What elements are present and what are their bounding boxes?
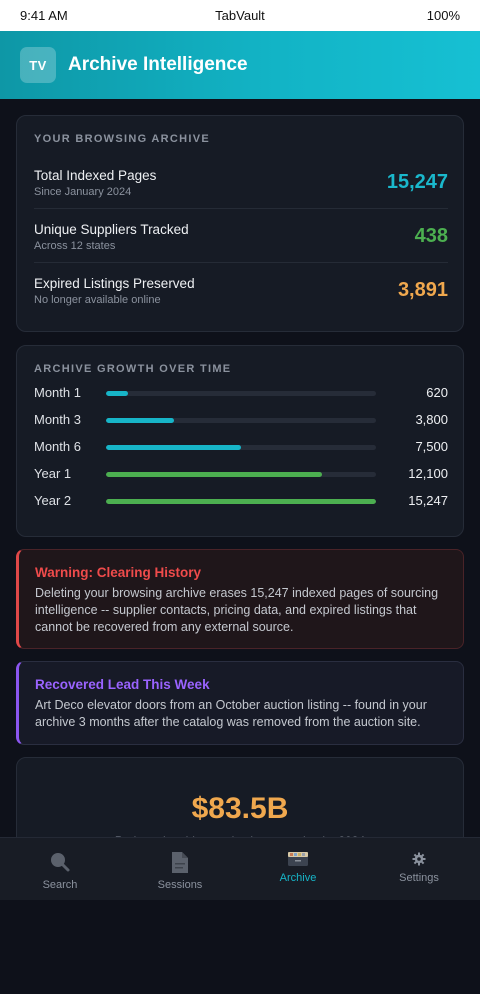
stat-value: 15,247 [386,171,448,193]
document-icon [120,851,240,874]
growth-value: 7,500 [415,439,448,454]
app-header: TV Archive Intelligence [0,31,480,99]
tab-label: Sessions [157,879,203,891]
growth-label: Month 1 [34,385,81,400]
tab-settings[interactable]: Settings [359,838,479,901]
clearing-history-warning: Warning: Clearing History Deleting your … [16,549,464,649]
archive-box-icon [238,850,358,868]
status-app-name: TabVault [215,8,265,23]
app-logo: TV [20,47,56,83]
growth-label: Year 1 [34,466,72,481]
search-icon [0,851,120,873]
archive-stats-card: YOUR BROWSING ARCHIVE Total Indexed Page… [16,115,464,332]
gear-icon [359,852,479,866]
growth-label: Year 2 [34,493,72,508]
growth-row-year-1: Year 1 12,100 [34,466,448,486]
growth-value: 3,800 [415,412,448,427]
growth-bar-track [106,418,376,423]
stat-label: Expired Listings Preserved [34,276,195,291]
stat-label: Unique Suppliers Tracked [34,222,189,237]
growth-bar-track [106,391,376,396]
archive-growth-title: ARCHIVE GROWTH OVER TIME [34,363,232,375]
market-projection-card: $83.5B Projected architectural salvage m… [16,757,464,847]
status-battery: 100% [426,8,460,23]
warning-text: Deleting your browsing archive erases 15… [35,586,439,634]
growth-row-month-3: Month 3 3,800 [34,412,448,432]
divider [34,262,448,263]
stat-value: 3,891 [397,279,448,301]
stat-label: Total Indexed Pages [34,168,157,183]
tab-archive[interactable]: Archive [238,838,358,901]
growth-bar-fill [106,445,241,450]
growth-row-month-6: Month 6 7,500 [34,439,448,459]
stat-row-suppliers: Unique Suppliers Tracked Across 12 state… [34,222,448,276]
screen-bottom-area [0,900,480,994]
stat-sublabel: Across 12 states [34,240,116,252]
growth-row-month-1: Month 1 620 [34,385,448,405]
growth-bar-fill [106,391,128,396]
status-bar: 9:41 AM TabVault 100% [0,0,480,31]
tab-sessions[interactable]: Sessions [120,838,240,901]
growth-bar-fill [106,472,322,477]
stat-value: 438 [414,225,448,247]
archive-stats-title: YOUR BROWSING ARCHIVE [34,133,211,145]
market-projection-value: $83.5B [191,792,289,825]
growth-value: 12,100 [408,466,448,481]
stat-row-indexed-pages: Total Indexed Pages Since January 2024 1… [34,168,448,222]
warning-title: Warning: Clearing History [35,565,202,580]
growth-value: 620 [426,385,448,400]
page-title: Archive Intelligence [68,54,248,75]
growth-label: Month 3 [34,412,81,427]
divider [34,208,448,209]
growth-row-year-2: Year 2 15,247 [34,493,448,513]
growth-label: Month 6 [34,439,81,454]
archive-growth-card: ARCHIVE GROWTH OVER TIME Month 1 620 Mon… [16,345,464,537]
growth-bar-track [106,472,376,477]
bottom-tab-bar: Search Sessions Archive Settings [0,837,480,900]
growth-bar-track [106,499,376,504]
recovered-lead-title: Recovered Lead This Week [35,677,210,692]
growth-value: 15,247 [408,493,448,508]
growth-bar-track [106,445,376,450]
growth-bar-fill [106,418,174,423]
tab-label: Settings [399,872,439,884]
tab-search[interactable]: Search [0,838,120,901]
recovered-lead-text: Art Deco elevator doors from an October … [35,698,427,729]
tab-label: Search [42,879,78,891]
stat-sublabel: Since January 2024 [34,186,132,198]
recovered-lead-card[interactable]: Recovered Lead This Week Art Deco elevat… [16,661,464,745]
stat-sublabel: No longer available online [34,294,161,306]
tab-label: Archive [279,872,317,884]
stat-row-expired-listings: Expired Listings Preserved No longer ava… [34,276,448,330]
growth-bar-fill [106,499,376,504]
